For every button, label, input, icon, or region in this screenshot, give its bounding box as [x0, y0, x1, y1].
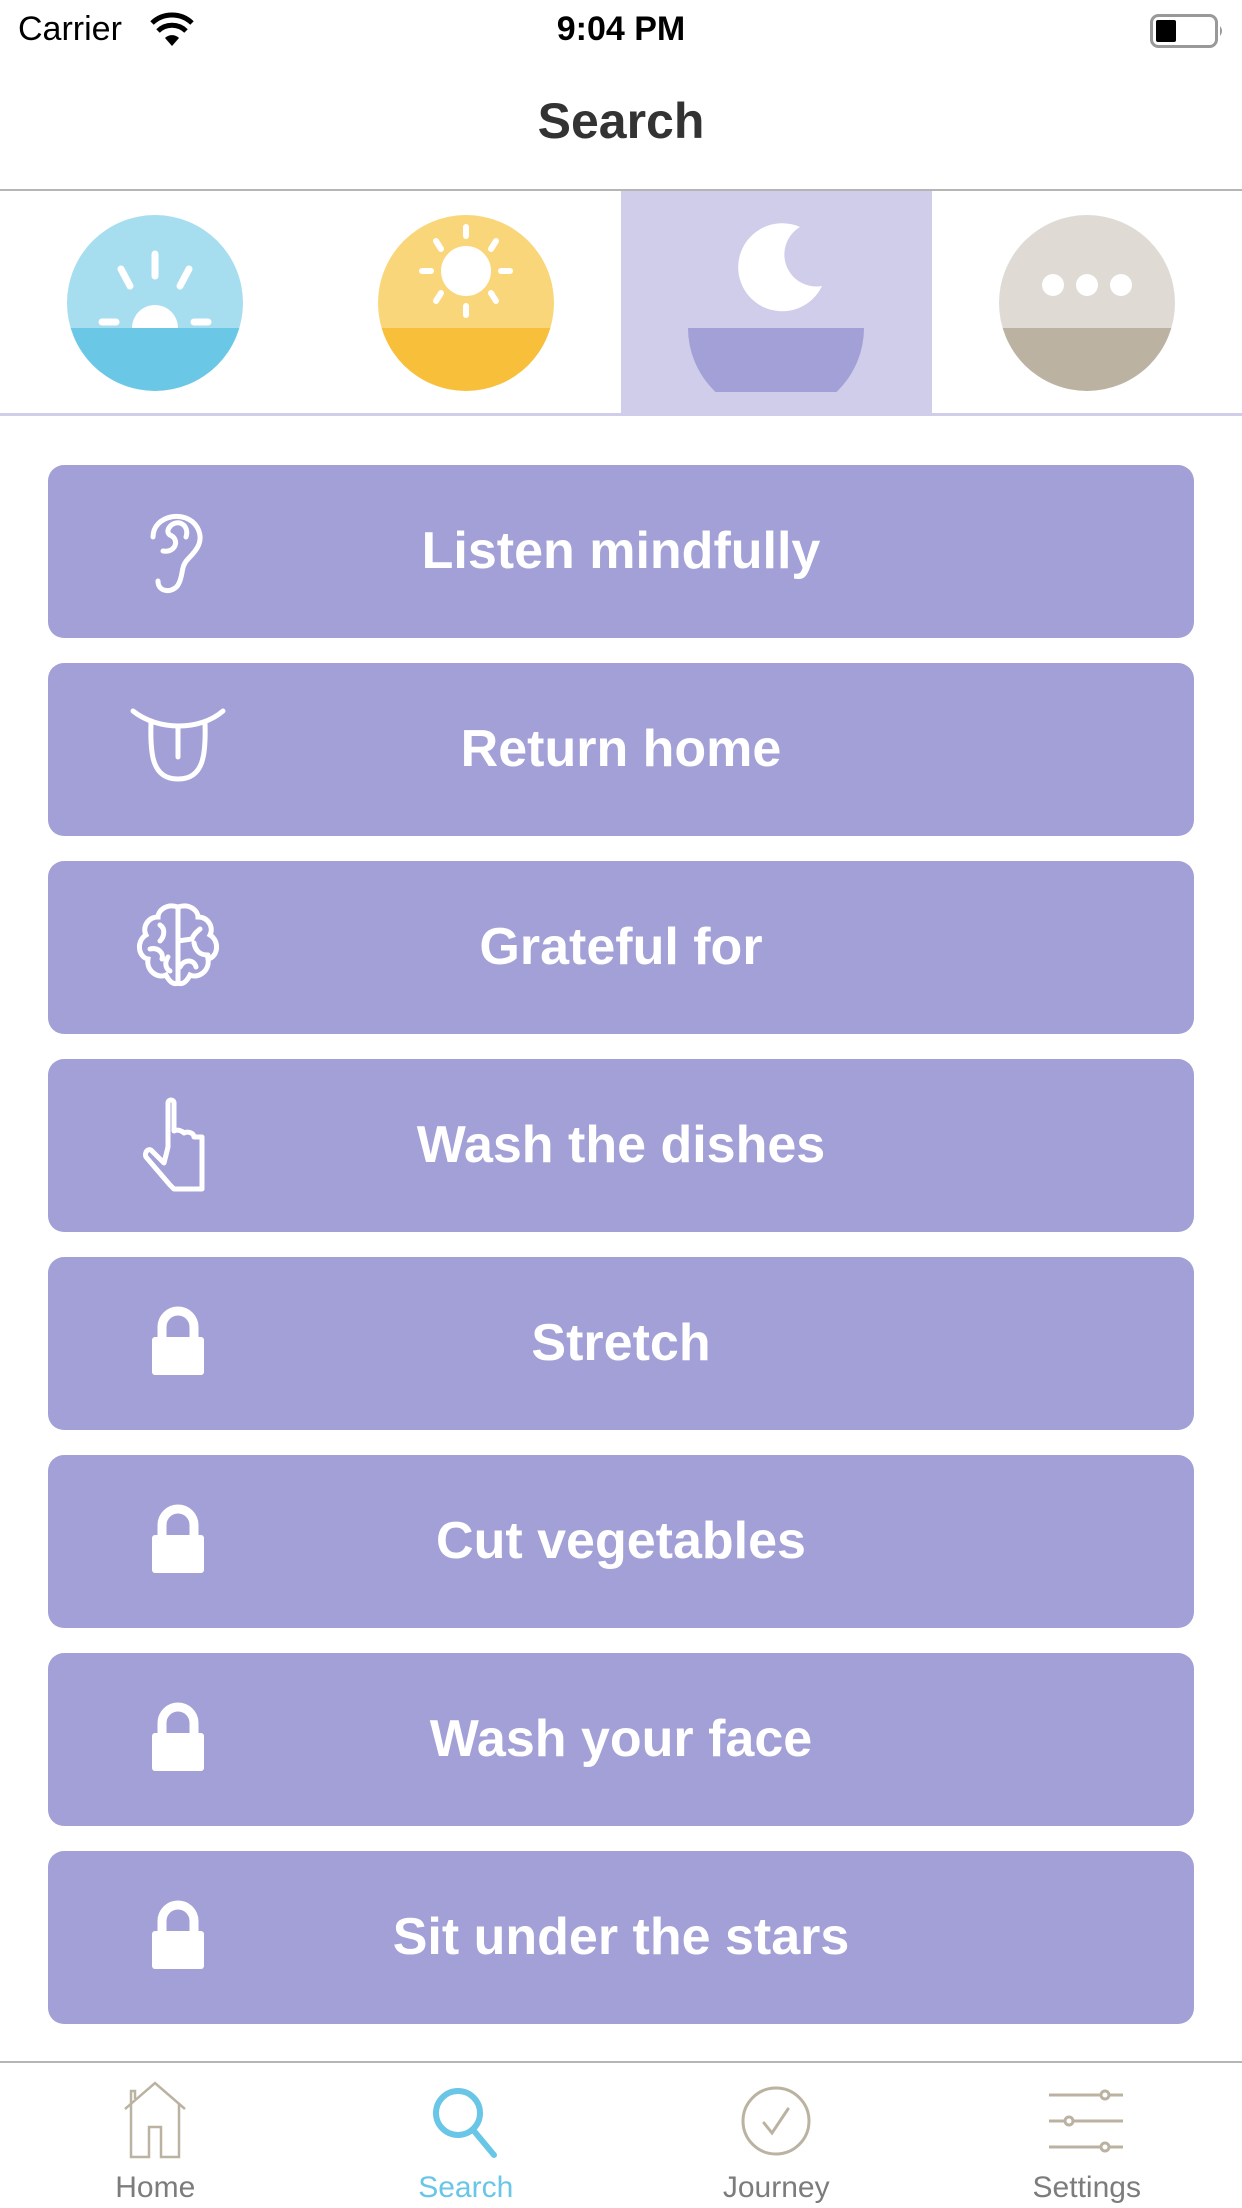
activity-item-wash-your-face[interactable]: Wash your face: [48, 1653, 1194, 1826]
home-icon: [124, 2081, 187, 2159]
tab-journey[interactable]: Journey: [621, 2063, 932, 2208]
tab-label: Search: [418, 2171, 514, 2204]
page-title: Search: [537, 93, 705, 149]
category-night[interactable]: [621, 191, 932, 415]
activity-label: Wash your face: [429, 1710, 813, 1768]
category-midday[interactable]: [311, 191, 622, 415]
status-bar: Carrier 9:04 PM: [0, 0, 1242, 62]
more-icon: [998, 215, 1175, 391]
activity-label: Wash the dishes: [416, 1116, 826, 1174]
tab-label: Journey: [722, 2171, 830, 2204]
search-icon: [432, 2088, 497, 2158]
category-sunrise[interactable]: [0, 191, 311, 415]
activity-item-listen-mindfully[interactable]: Listen mindfully: [48, 465, 1194, 638]
sliders-icon: [1048, 2089, 1123, 2153]
strip-divider: [0, 413, 1242, 416]
activity-label: Stretch: [531, 1314, 711, 1372]
activity-list: Listen mindfully Return home Grateful fo…: [48, 465, 1194, 2049]
activity-item-return-home[interactable]: Return home: [48, 663, 1194, 836]
activity-item-cut-vegetables[interactable]: Cut vegetables: [48, 1455, 1194, 1628]
tab-settings[interactable]: Settings: [932, 2063, 1242, 2208]
activity-item-grateful-for[interactable]: Grateful for: [48, 861, 1194, 1034]
tab-home[interactable]: Home: [0, 2063, 311, 2208]
category-selector: [0, 191, 1242, 415]
activity-item-stretch[interactable]: Stretch: [48, 1257, 1194, 1430]
checkmark-circle-icon: [741, 2086, 811, 2156]
activity-label: Sit under the stars: [392, 1908, 850, 1966]
tab-label: Home: [115, 2171, 196, 2204]
tab-label: Settings: [1032, 2171, 1141, 2204]
sun-icon: [377, 215, 554, 391]
tab-search[interactable]: Search: [311, 2063, 622, 2208]
category-more[interactable]: [932, 191, 1242, 415]
activity-label: Listen mindfully: [421, 522, 821, 580]
activity-item-sit-under-the-stars[interactable]: Sit under the stars: [48, 1851, 1194, 2024]
activity-item-wash-the-dishes[interactable]: Wash the dishes: [48, 1059, 1194, 1232]
activity-label: Cut vegetables: [436, 1512, 806, 1570]
moon-icon: [688, 223, 865, 392]
clock: 9:04 PM: [556, 10, 686, 48]
tab-bar: Home Search Journey Settings: [0, 2063, 1242, 2208]
activity-label: Return home: [460, 720, 782, 778]
battery-icon: [1150, 14, 1222, 48]
sunrise-icon: [67, 215, 244, 391]
activity-label: Grateful for: [479, 918, 763, 976]
